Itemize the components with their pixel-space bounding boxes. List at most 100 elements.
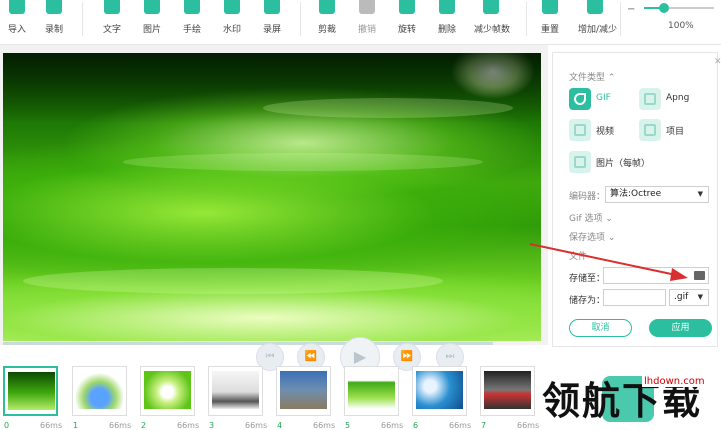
file-section-label: 文件 (569, 252, 588, 262)
text-button[interactable]: 文字 (95, 0, 129, 45)
gif-options-toggle[interactable]: Gif 选项 ⌄ (569, 211, 613, 224)
frame-thumbnail[interactable] (276, 366, 331, 416)
delay-icon (587, 0, 603, 14)
frame-number: 6 (413, 421, 419, 430)
save-options-label: 保存选项 (569, 233, 606, 243)
zoom-slider[interactable] (644, 3, 714, 13)
save-to-label: 存储至： (569, 274, 606, 284)
screen-record-button[interactable]: 录屏 (255, 0, 289, 45)
chevron-down-icon: ⌄ (605, 214, 613, 224)
frame-thumbnail[interactable] (344, 366, 399, 416)
folder-icon[interactable] (694, 271, 705, 280)
undo-button[interactable]: 撤销 (350, 0, 384, 45)
import-button[interactable]: 导入 (0, 0, 34, 45)
file-type-label: 视频 (596, 127, 615, 137)
frame-number: 7 (481, 421, 487, 430)
screen-record-icon (264, 0, 280, 14)
chevron-up-icon: ⌃ (607, 73, 616, 83)
file-type-header[interactable]: 文件类型 ⌃ (569, 70, 615, 83)
chevron-down-icon: ▼ (697, 293, 703, 301)
zoom-value: 100% (668, 21, 694, 31)
frame-delay: 66ms (245, 421, 268, 430)
close-icon[interactable]: ✕ (714, 57, 721, 67)
rotate-button[interactable]: 旋转 (390, 0, 424, 45)
playback-progress (3, 342, 493, 345)
save-options-toggle[interactable]: 保存选项 ⌄ (569, 230, 615, 243)
cancel-button[interactable]: 取消 (569, 319, 632, 337)
record-button[interactable]: 录制 (37, 0, 71, 45)
rotate-label: 旋转 (397, 25, 416, 35)
filename-input[interactable] (603, 289, 666, 306)
frame-preview-image (3, 53, 541, 341)
frame-delay: 66ms (177, 421, 200, 430)
delete-label: 删除 (437, 25, 456, 35)
watermark-label: 水印 (222, 25, 241, 35)
crop-label: 剪裁 (317, 25, 336, 35)
file-type-label: Apng (666, 93, 690, 103)
reset-button[interactable]: 重置 (533, 0, 567, 45)
extension-value: .gif (674, 292, 689, 302)
screen-record-label: 录屏 (262, 25, 281, 35)
delete-button[interactable]: 删除 (430, 0, 464, 45)
frame-thumbnail[interactable] (3, 366, 58, 416)
toolbar-divider (82, 2, 83, 36)
gif-icon (569, 88, 591, 110)
text-label: 文字 (102, 25, 121, 35)
encoder-select[interactable]: 算法:Octree ▼ (605, 186, 709, 203)
apply-button[interactable]: 应用 (649, 319, 712, 337)
undo-label: 撤销 (357, 25, 376, 35)
frame-thumbnail[interactable] (480, 366, 535, 416)
image-button[interactable]: 图片 (135, 0, 169, 45)
frame-delay: 66ms (313, 421, 336, 430)
save-as-label: 储存为： (569, 296, 606, 306)
chevron-down-icon: ▼ (697, 190, 703, 198)
frame-thumbnail[interactable] (412, 366, 467, 416)
frame-delay: 66ms (109, 421, 132, 430)
draw-button[interactable]: 手绘 (175, 0, 209, 45)
images-icon (569, 151, 591, 173)
reset-label: 重置 (540, 25, 559, 35)
watermark-button[interactable]: 水印 (215, 0, 249, 45)
draw-icon (184, 0, 200, 14)
crop-button[interactable]: 剪裁 (310, 0, 344, 45)
frame-thumbnail[interactable] (72, 366, 127, 416)
text-icon (104, 0, 120, 14)
extension-select[interactable]: .gif ▼ (669, 289, 709, 306)
record-label: 录制 (44, 25, 63, 35)
reduce-frames-button[interactable]: 减少帧数 (474, 0, 510, 45)
watermark: 领航下载 lhdown.com (540, 366, 721, 428)
save-to-input[interactable] (603, 267, 709, 284)
undo-icon (359, 0, 375, 14)
frame-delay: 66ms (449, 421, 472, 430)
frame-delay: 66ms (40, 421, 63, 430)
zoom-slider-handle[interactable] (658, 3, 669, 13)
watermark-url: lhdown.com (642, 376, 707, 387)
file-type-label: 图片（每帧） (596, 159, 651, 169)
record-icon (46, 0, 62, 14)
encoder-value: 算法:Octree (610, 189, 662, 199)
frame-thumbnail[interactable] (140, 366, 195, 416)
image-icon (144, 0, 160, 14)
file-type-label: 文件类型 (569, 73, 606, 83)
crop-icon (319, 0, 335, 14)
delete-icon (439, 0, 455, 14)
import-label: 导入 (7, 25, 26, 35)
frame-number: 1 (73, 421, 79, 430)
gif-options-label: Gif 选项 (569, 214, 603, 224)
image-streak (23, 268, 443, 294)
image-streak (263, 98, 513, 118)
file-type-label: GIF (596, 93, 611, 103)
draw-label: 手绘 (182, 25, 201, 35)
chevron-down-icon: ⌄ (607, 233, 616, 243)
frame-thumbnail[interactable] (208, 366, 263, 416)
zoom-out-icon[interactable]: − (627, 4, 635, 15)
frame-number: 5 (345, 421, 351, 430)
image-label: 图片 (142, 25, 161, 35)
encoder-label: 编码器： (569, 192, 606, 202)
reset-icon (542, 0, 558, 14)
frame-number: 2 (141, 421, 147, 430)
save-panel: ✕ 文件类型 ⌃ GIF Apng 视频 项目 图片（每帧） 编码器： 算法:O… (552, 52, 721, 347)
frame-number: 4 (277, 421, 283, 430)
frame-delay: 66ms (381, 421, 404, 430)
delay-button[interactable]: 增加/减少 (578, 0, 617, 45)
